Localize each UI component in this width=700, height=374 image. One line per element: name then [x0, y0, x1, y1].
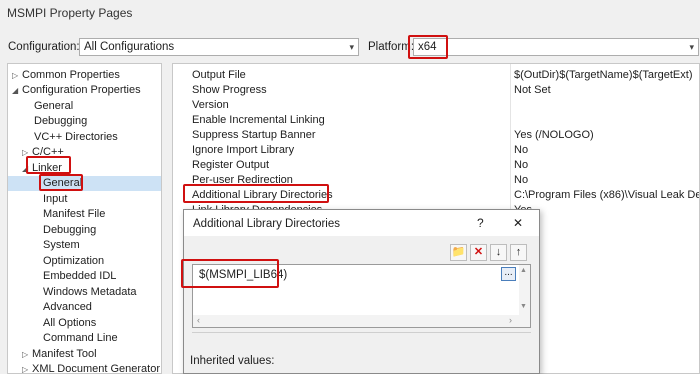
property-tree[interactable]: ▷ Common Properties ◢ Configuration Proper… [7, 63, 162, 374]
tree-item-embedded-idl[interactable]: Embedded IDL [43, 269, 116, 284]
property-name: Suppress Startup Banner [192, 129, 316, 141]
scroll-right-icon[interactable]: › [509, 315, 512, 325]
delete-line-button[interactable]: ✕ [470, 244, 487, 261]
tree-item-debugging[interactable]: Debugging [34, 114, 87, 129]
platform-highlight [408, 35, 448, 59]
property-row[interactable]: Register Output No [173, 158, 699, 173]
tree-item-label: Embedded IDL [43, 270, 117, 282]
expand-icon[interactable]: ▷ [12, 68, 22, 83]
property-value[interactable]: Not Set [514, 83, 551, 98]
collapse-icon[interactable]: ◢ [12, 83, 22, 98]
tree-item-label: Advanced [43, 301, 92, 313]
tree-item-configuration-properties[interactable]: ◢ Configuration Properties [12, 83, 141, 98]
move-down-button[interactable]: ↓ [490, 244, 507, 261]
tree-item-all-options[interactable]: All Options [43, 316, 96, 331]
tree-item-label: Input [43, 193, 68, 205]
tree-item-windows-metadata[interactable]: Windows Metadata [43, 285, 137, 300]
tree-item-input[interactable]: Input [43, 192, 67, 207]
help-button[interactable]: ? [477, 216, 484, 230]
tree-item-linker-debugging[interactable]: Debugging [43, 223, 96, 238]
tree-item-label: General [34, 100, 74, 112]
tree-item-xml-document-generator[interactable]: ▷ XML Document Generator [22, 362, 160, 374]
new-line-button[interactable]: 📁 [450, 244, 467, 261]
additional-library-directories-highlight [183, 184, 329, 203]
property-name: Enable Incremental Linking [192, 114, 325, 126]
entry-highlight [181, 259, 279, 288]
tree-item-general[interactable]: General [34, 99, 73, 114]
tree-item-manifest-tool[interactable]: ▷ Manifest Tool [22, 347, 97, 362]
property-row[interactable]: Version [173, 98, 699, 113]
tree-item-label: XML Document Generator [32, 363, 160, 374]
tree-item-label: Optimization [43, 255, 105, 267]
tree-item-optimization[interactable]: Optimization [43, 254, 104, 269]
window-title: MSMPI Property Pages [7, 6, 133, 20]
property-value[interactable]: No [514, 143, 528, 158]
configuration-value: All Configurations [84, 41, 175, 53]
tree-item-label: Common Properties [22, 69, 120, 81]
tree-item-common-properties[interactable]: ▷ Common Properties [12, 68, 120, 83]
tree-item-label: Command Line [43, 332, 118, 344]
scroll-up-icon[interactable]: ▲ [520, 267, 527, 274]
tree-item-label: Debugging [34, 115, 88, 127]
additional-library-directories-dialog: Additional Library Directories ? ✕ 📁 ✕ ↓… [183, 209, 540, 374]
scroll-down-icon[interactable]: ▼ [520, 303, 527, 310]
tree-item-label: All Options [43, 317, 97, 329]
move-up-button[interactable]: ↑ [510, 244, 527, 261]
property-name: Show Progress [192, 84, 267, 96]
platform-dropdown[interactable]: x64 ▾ [413, 38, 699, 56]
property-name: Ignore Import Library [192, 144, 295, 156]
tree-item-linker-general[interactable]: General [8, 176, 161, 191]
tree-item-label: VC++ Directories [34, 131, 118, 143]
tree-item-label: Windows Metadata [43, 286, 137, 298]
linker-highlight [26, 156, 71, 174]
property-name: Output File [192, 69, 246, 81]
property-row[interactable]: Suppress Startup Banner Yes (/NOLOGO) [173, 128, 699, 143]
browse-button[interactable]: ... [501, 267, 516, 281]
tree-item-vc-directories[interactable]: VC++ Directories [34, 130, 118, 145]
divider [192, 332, 531, 333]
close-button[interactable]: ✕ [513, 216, 523, 230]
tree-item-advanced[interactable]: Advanced [43, 300, 92, 315]
property-name: Version [192, 99, 229, 111]
dialog-title: Additional Library Directories [193, 218, 341, 230]
tree-item-system[interactable]: System [43, 238, 80, 253]
tree-item-command-line[interactable]: Command Line [43, 331, 118, 346]
property-value[interactable]: $(OutDir)$(TargetName)$(TargetExt) [514, 68, 693, 83]
chevron-down-icon: ▾ [689, 42, 694, 52]
property-value[interactable]: No [514, 158, 528, 173]
horizontal-scrollbar[interactable]: ‹ › [193, 315, 519, 327]
expand-icon[interactable]: ▷ [22, 362, 32, 373]
property-value[interactable]: C:\Program Files (x86)\Visual Leak Detec [514, 188, 699, 203]
property-name: Register Output [192, 159, 270, 171]
property-row[interactable]: Ignore Import Library No [173, 143, 699, 158]
tree-item-label: System [43, 239, 80, 251]
expand-icon[interactable]: ▷ [22, 347, 32, 362]
general-highlight [39, 174, 83, 191]
scroll-left-icon[interactable]: ‹ [197, 315, 200, 325]
property-row[interactable]: Show Progress Not Set [173, 83, 699, 98]
chevron-down-icon: ▾ [349, 42, 354, 52]
tree-item-manifest-file[interactable]: Manifest File [43, 207, 105, 222]
property-value[interactable]: No [514, 173, 528, 188]
tree-item-label: Manifest File [43, 208, 106, 220]
inherited-values-label: Inherited values: [190, 355, 275, 367]
tree-item-label: Configuration Properties [22, 84, 141, 96]
tree-item-label: Debugging [43, 224, 97, 236]
vertical-scrollbar[interactable]: ▲ ▼ [519, 265, 530, 327]
property-value[interactable]: Yes (/NOLOGO) [514, 128, 594, 143]
configuration-label: Configuration: [8, 41, 80, 53]
property-row[interactable]: Enable Incremental Linking [173, 113, 699, 128]
tree-item-label: Manifest Tool [32, 348, 97, 360]
property-row[interactable]: Output File $(OutDir)$(TargetName)$(Targe… [173, 68, 699, 83]
configuration-dropdown[interactable]: All Configurations ▾ [79, 38, 359, 56]
